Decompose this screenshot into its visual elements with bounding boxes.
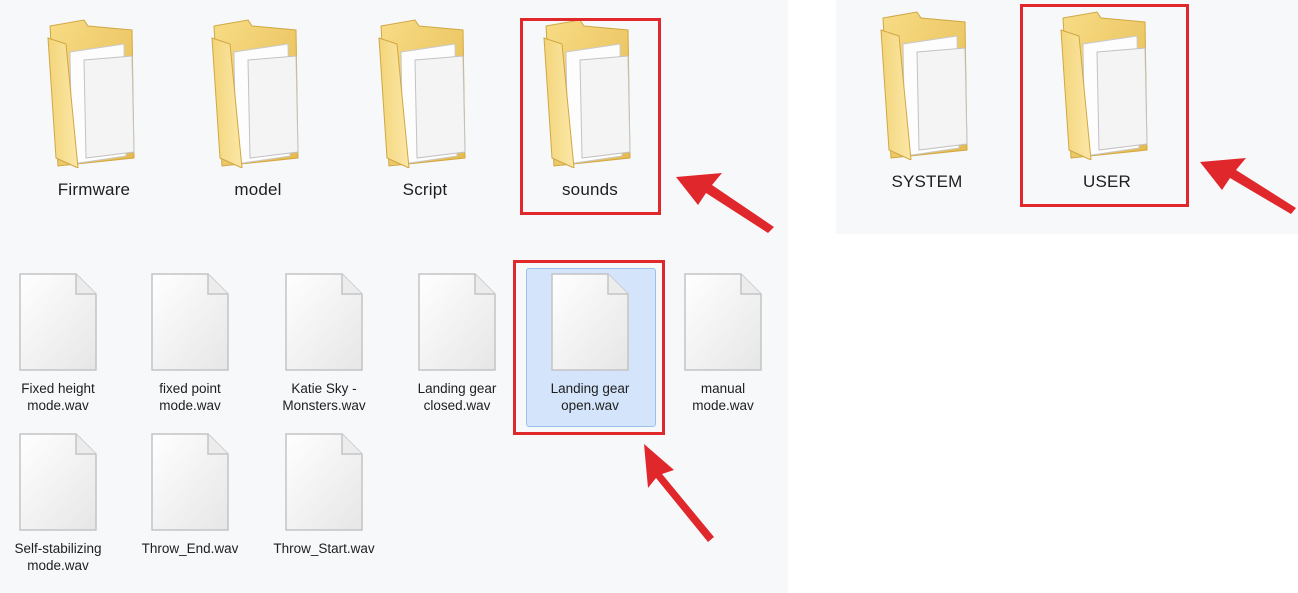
file-icon	[18, 272, 98, 372]
highlight-box-sounds	[520, 18, 661, 215]
file-label: Katie Sky - Monsters.wav	[282, 381, 366, 413]
file-throw-start[interactable]: Throw_Start.wav	[260, 432, 388, 557]
file-icon	[150, 272, 230, 372]
folder-firmware[interactable]: Firmware	[29, 18, 159, 200]
file-icon	[284, 432, 364, 532]
file-icon	[18, 432, 98, 532]
folder-label: Firmware	[57, 180, 131, 199]
folder-icon	[877, 10, 977, 160]
red-arrow-icon	[644, 444, 714, 542]
folder-icon	[375, 18, 475, 168]
file-label: Throw_Start.wav	[273, 541, 375, 556]
file-fixed-point-mode[interactable]: fixed point mode.wav	[126, 272, 254, 414]
folder-model[interactable]: model	[193, 18, 323, 200]
file-label: Throw_End.wav	[141, 541, 239, 556]
file-label: Self-stabilizing mode.wav	[14, 541, 102, 573]
file-icon	[150, 432, 230, 532]
file-manual-mode[interactable]: manual mode.wav	[659, 272, 787, 414]
red-arrow-icon	[676, 173, 774, 233]
highlight-box-user	[1020, 4, 1189, 207]
folder-script[interactable]: Script	[360, 18, 490, 200]
file-throw-end[interactable]: Throw_End.wav	[126, 432, 254, 557]
folder-icon	[208, 18, 308, 168]
file-icon	[683, 272, 763, 372]
file-label: fixed point mode.wav	[159, 381, 221, 413]
highlight-box-landing-gear-open	[513, 260, 665, 435]
folder-label: Script	[402, 180, 448, 199]
file-icon	[284, 272, 364, 372]
file-katie-sky-monsters[interactable]: Katie Sky - Monsters.wav	[260, 272, 388, 414]
folder-label: model	[234, 180, 282, 199]
folder-icon	[44, 18, 144, 168]
file-label: Landing gear closed.wav	[417, 381, 497, 413]
file-label: Fixed height mode.wav	[21, 381, 95, 413]
file-self-stabilizing-mode[interactable]: Self-stabilizing mode.wav	[0, 432, 122, 574]
red-arrow-icon	[1200, 158, 1296, 214]
folder-system[interactable]: SYSTEM	[862, 10, 992, 192]
file-label: manual mode.wav	[692, 381, 754, 413]
file-fixed-height-mode[interactable]: Fixed height mode.wav	[0, 272, 122, 414]
file-landing-gear-closed[interactable]: Landing gear closed.wav	[393, 272, 521, 414]
file-icon	[417, 272, 497, 372]
folder-label: SYSTEM	[891, 172, 963, 191]
